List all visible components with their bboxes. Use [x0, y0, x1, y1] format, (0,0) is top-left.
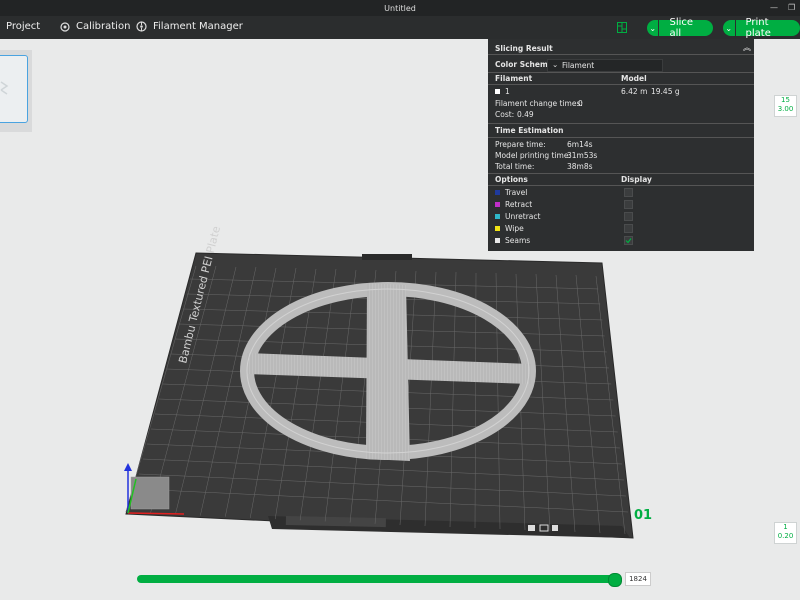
top-layer-height: 3.00 [777, 105, 794, 113]
top-layer-number: 15 [781, 96, 790, 104]
separator [488, 54, 754, 55]
cost-label: Cost: [495, 110, 515, 119]
top-layer-indicator[interactable]: 15 3.00 [774, 95, 797, 117]
gcode-move-value: 1824 [625, 572, 651, 586]
slicing-result-panel: Slicing Result ︽ Color Scheme ⌄ Filament… [488, 39, 754, 251]
color-scheme-label: Color Scheme [495, 60, 553, 69]
unretract-swatch [495, 214, 500, 219]
options-header: Options [495, 175, 528, 184]
filament-change-value: 0 [578, 99, 583, 108]
calibration-label: Calibration [76, 21, 131, 32]
unretract-display-checkbox[interactable] [624, 212, 633, 221]
option-seams-label: Seams [505, 236, 531, 245]
plate-number: 01 [634, 508, 652, 523]
project-menu[interactable]: Project [6, 21, 40, 32]
gcode-move-slider-track[interactable] [137, 575, 615, 583]
checkmark-icon [625, 238, 632, 244]
display-header: Display [621, 175, 652, 184]
filament-length: 6.42 m [621, 87, 648, 96]
project-label: Project [6, 21, 41, 32]
color-scheme-select[interactable]: ⌄ Filament [547, 59, 663, 72]
filament-index: 1 [505, 87, 510, 96]
printed-model [240, 282, 536, 461]
filament-manager-icon [136, 21, 147, 32]
travel-display-checkbox[interactable] [624, 188, 633, 197]
total-time-label: Total time: [495, 162, 535, 171]
retract-display-checkbox[interactable] [624, 200, 633, 209]
time-estimation-header: Time Estimation [495, 126, 564, 135]
trash-icon[interactable] [528, 525, 535, 531]
separator [488, 84, 754, 85]
main-toolbar: Project Calibration Filament Manager ⌄ S… [0, 16, 800, 39]
layout-icon[interactable] [617, 22, 627, 33]
prepare-time-value: 6m14s [567, 140, 593, 149]
filament-manager-menu[interactable]: Filament Manager [136, 21, 243, 32]
cost-value: 0.49 [517, 110, 534, 119]
window-title: Untitled [384, 4, 416, 13]
print-plate-label: Print plate [745, 17, 771, 39]
bottom-layer-number: 1 [783, 523, 788, 531]
retract-swatch [495, 202, 500, 207]
bottom-layer-indicator[interactable]: 1 0.20 [774, 522, 797, 544]
seams-display-checkbox[interactable] [624, 236, 633, 245]
restore-icon[interactable]: ❐ [788, 3, 795, 12]
gcode-move-slider-handle[interactable] [608, 573, 622, 587]
option-travel-label: Travel [505, 188, 528, 197]
travel-swatch [495, 190, 500, 195]
separator [488, 137, 754, 138]
chevron-down-icon: ⌄ [552, 60, 559, 69]
separator [488, 173, 754, 174]
model-printing-time-label: Model printing time: [495, 151, 571, 160]
slicing-result-title: Slicing Result [495, 44, 553, 53]
dropdown-arrow-icon[interactable]: ⌄ [723, 20, 736, 36]
option-unretract-label: Unretract [505, 212, 541, 221]
model-printing-time-value: 31m53s [567, 151, 598, 160]
wipe-swatch [495, 226, 500, 231]
option-retract-label: Retract [505, 200, 533, 209]
separator [488, 123, 754, 124]
dropdown-arrow-icon[interactable]: ⌄ [647, 20, 660, 36]
separator [488, 72, 754, 73]
seams-swatch [495, 238, 500, 243]
filament-manager-label: Filament Manager [153, 21, 243, 32]
slice-all-button[interactable]: ⌄ Slice all [647, 17, 713, 39]
total-time-value: 38m8s [567, 162, 593, 171]
slice-all-label: Slice all [669, 17, 694, 39]
filament-header: Filament [495, 74, 533, 83]
calibration-menu[interactable]: Calibration [60, 21, 130, 32]
bottom-layer-height: 0.20 [777, 532, 794, 540]
title-bar: Untitled — ❐ [0, 0, 800, 16]
option-wipe-label: Wipe [505, 224, 524, 233]
collapse-icon[interactable]: ︽ [743, 42, 751, 53]
prepare-time-label: Prepare time: [495, 140, 546, 149]
lock-icon[interactable] [552, 525, 558, 531]
filament-change-label: Filament change times: [495, 99, 583, 108]
wipe-display-checkbox[interactable] [624, 224, 633, 233]
separator [488, 185, 754, 186]
plate-notch [362, 254, 412, 260]
color-scheme-value: Filament [562, 61, 595, 70]
filament-swatch [495, 89, 500, 94]
print-plate-button[interactable]: ⌄ Print plate [723, 17, 800, 39]
minimize-icon[interactable]: — [770, 3, 778, 12]
filament-weight: 19.45 g [651, 87, 680, 96]
calibration-icon [60, 21, 70, 32]
model-header: Model [621, 74, 647, 83]
